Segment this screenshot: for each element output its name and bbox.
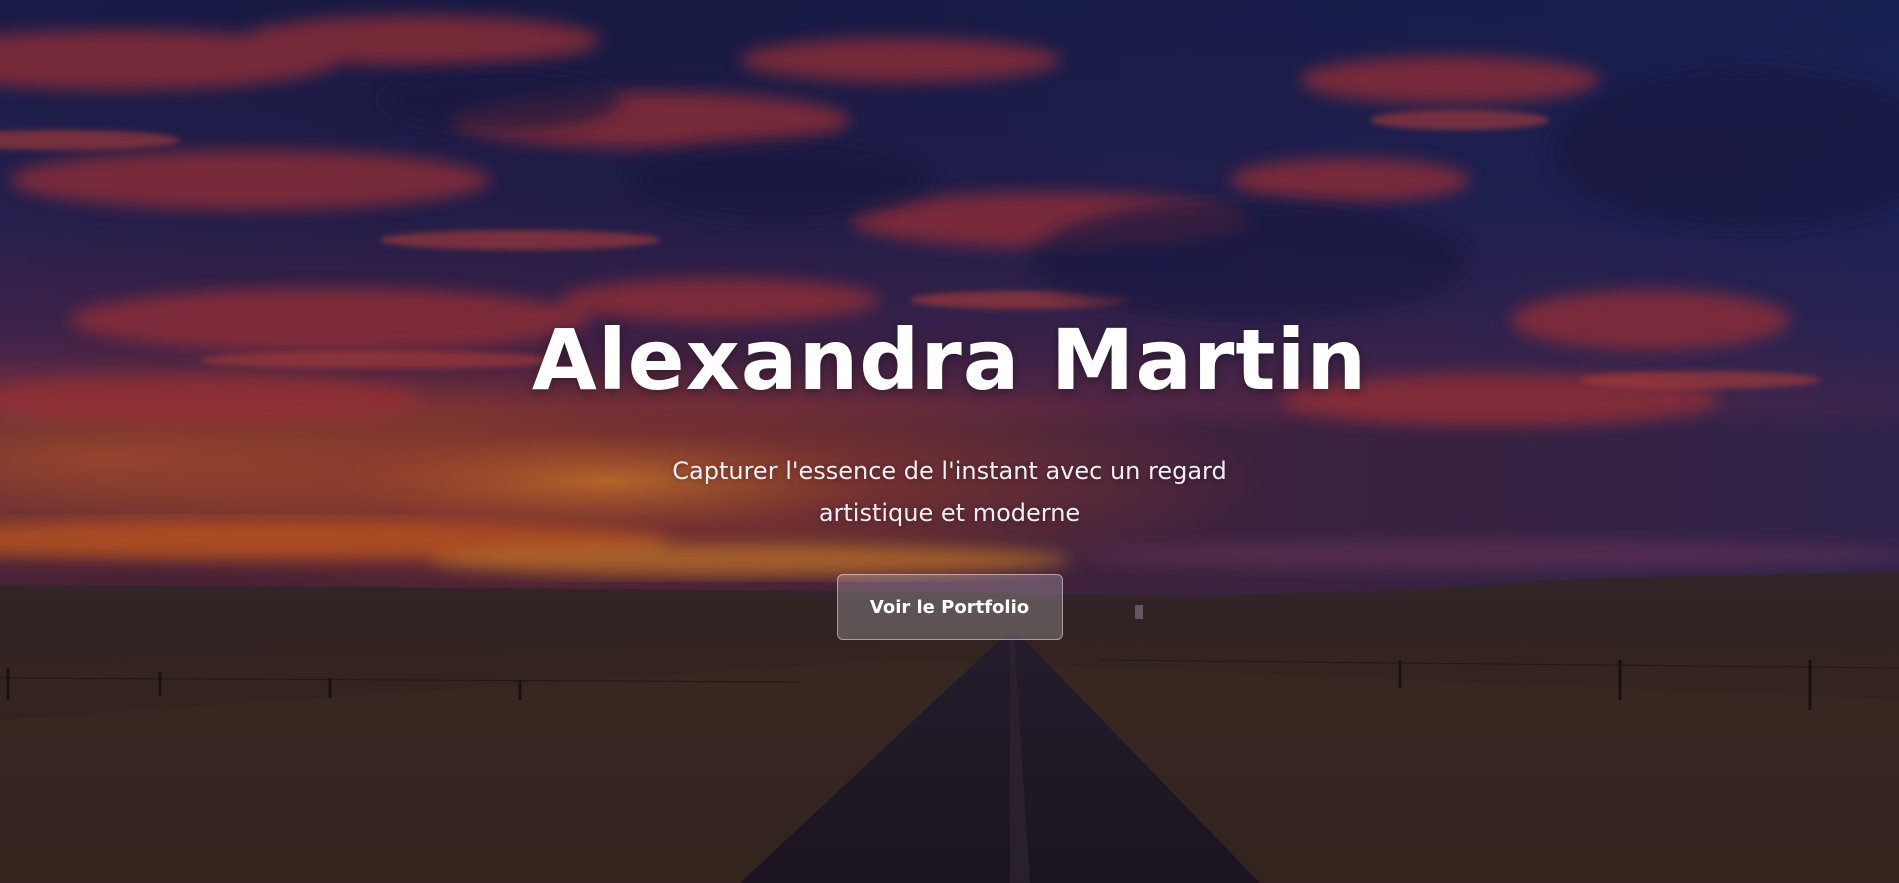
hero-section: Alexandra Martin Capturer l'essence de l…: [0, 0, 1899, 883]
hero-title: Alexandra Martin: [531, 311, 1368, 409]
hero-content: Alexandra Martin Capturer l'essence de l…: [0, 310, 1899, 640]
view-portfolio-button[interactable]: Voir le Portfolio: [836, 574, 1063, 640]
hero-subtitle: Capturer l'essence de l'instant avec un …: [672, 457, 1227, 527]
